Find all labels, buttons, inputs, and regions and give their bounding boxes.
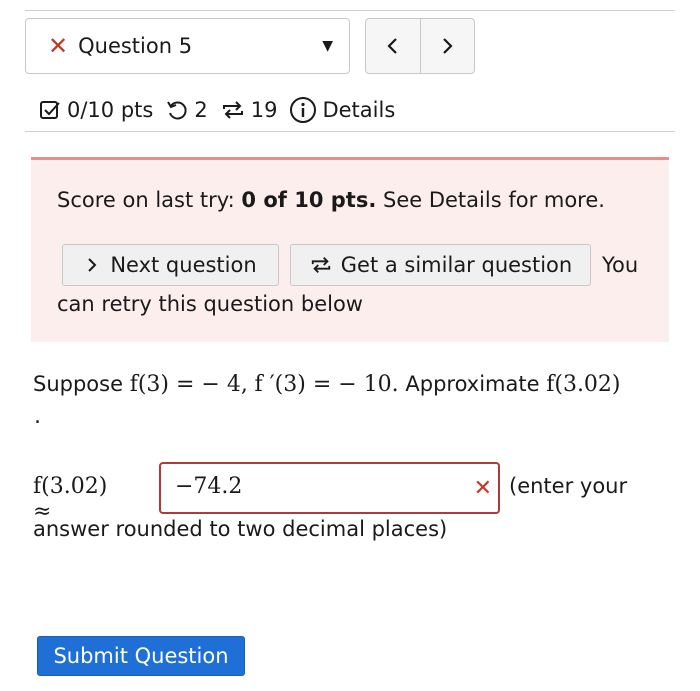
retry-text-end: can retry this question below [57,292,363,316]
question-text: Suppose f(3) = − 4, f ′(3) = − 10. Appro… [33,372,673,397]
answer-note-end: answer rounded to two decimal places) [33,517,448,541]
question-nav [365,18,475,74]
details-link[interactable]: Details [289,96,395,124]
checkbox-icon [40,101,60,119]
score-alert: Score on last try: 0 of 10 pts. See Deta… [31,157,669,342]
question-expr-f3: f(3) = − 4, [129,372,248,397]
score-suffix: See Details for more. [383,188,605,212]
retry-text-start: You [602,253,639,277]
score-prefix: Score on last try: [57,188,235,212]
info-icon [290,97,317,123]
attempts-count: 19 [250,98,278,122]
question-trailing-dot: . [34,404,41,429]
question-selector[interactable]: ✕ Question 5 ▼ [25,18,350,74]
points-text: 0/10 pts [67,98,154,122]
next-question-button[interactable]: Next question [62,244,279,286]
question-expr-target: f(3.02) [546,372,621,397]
retries-count: 2 [194,98,208,122]
chevron-right-icon [88,258,97,272]
incorrect-icon: ✕ [473,476,492,501]
next-question-label: Next question [110,253,257,277]
top-divider [25,10,675,11]
question-middle: Approximate [405,372,540,396]
points-indicator: 0/10 pts [38,98,153,122]
retries-indicator: 2 [165,98,208,122]
similar-question-label: Get a similar question [340,253,573,277]
score-text: Score on last try: 0 of 10 pts. See Deta… [57,188,605,212]
question-expr-fprime3: f ′(3) = − 10. [254,372,399,397]
chevron-right-icon [443,38,453,54]
submit-question-button[interactable]: Submit Question [37,636,245,676]
meta-divider [25,131,675,132]
answer-value: −74.2 [175,474,243,499]
question-prefix: Suppose [33,372,124,396]
repeat-icon [311,257,330,273]
similar-question-button[interactable]: Get a similar question [290,244,591,286]
chevron-left-icon [387,38,397,54]
repeat-icon [222,101,243,119]
attempts-indicator: 19 [220,98,278,122]
score-value: 0 of 10 pts. [241,188,377,212]
prev-question-button[interactable] [366,19,421,73]
question-selector-label: Question 5 [78,34,193,58]
close-icon: ✕ [48,32,69,60]
undo-icon [167,101,187,120]
answer-input[interactable]: −74.2 ✕ [159,462,500,514]
details-label: Details [322,98,396,122]
next-question-nav-button[interactable] [421,19,475,73]
answer-note-start: (enter your [509,474,628,498]
question-meta: 0/10 pts 2 19 Details [38,92,407,128]
caret-down-icon: ▼ [322,38,333,54]
